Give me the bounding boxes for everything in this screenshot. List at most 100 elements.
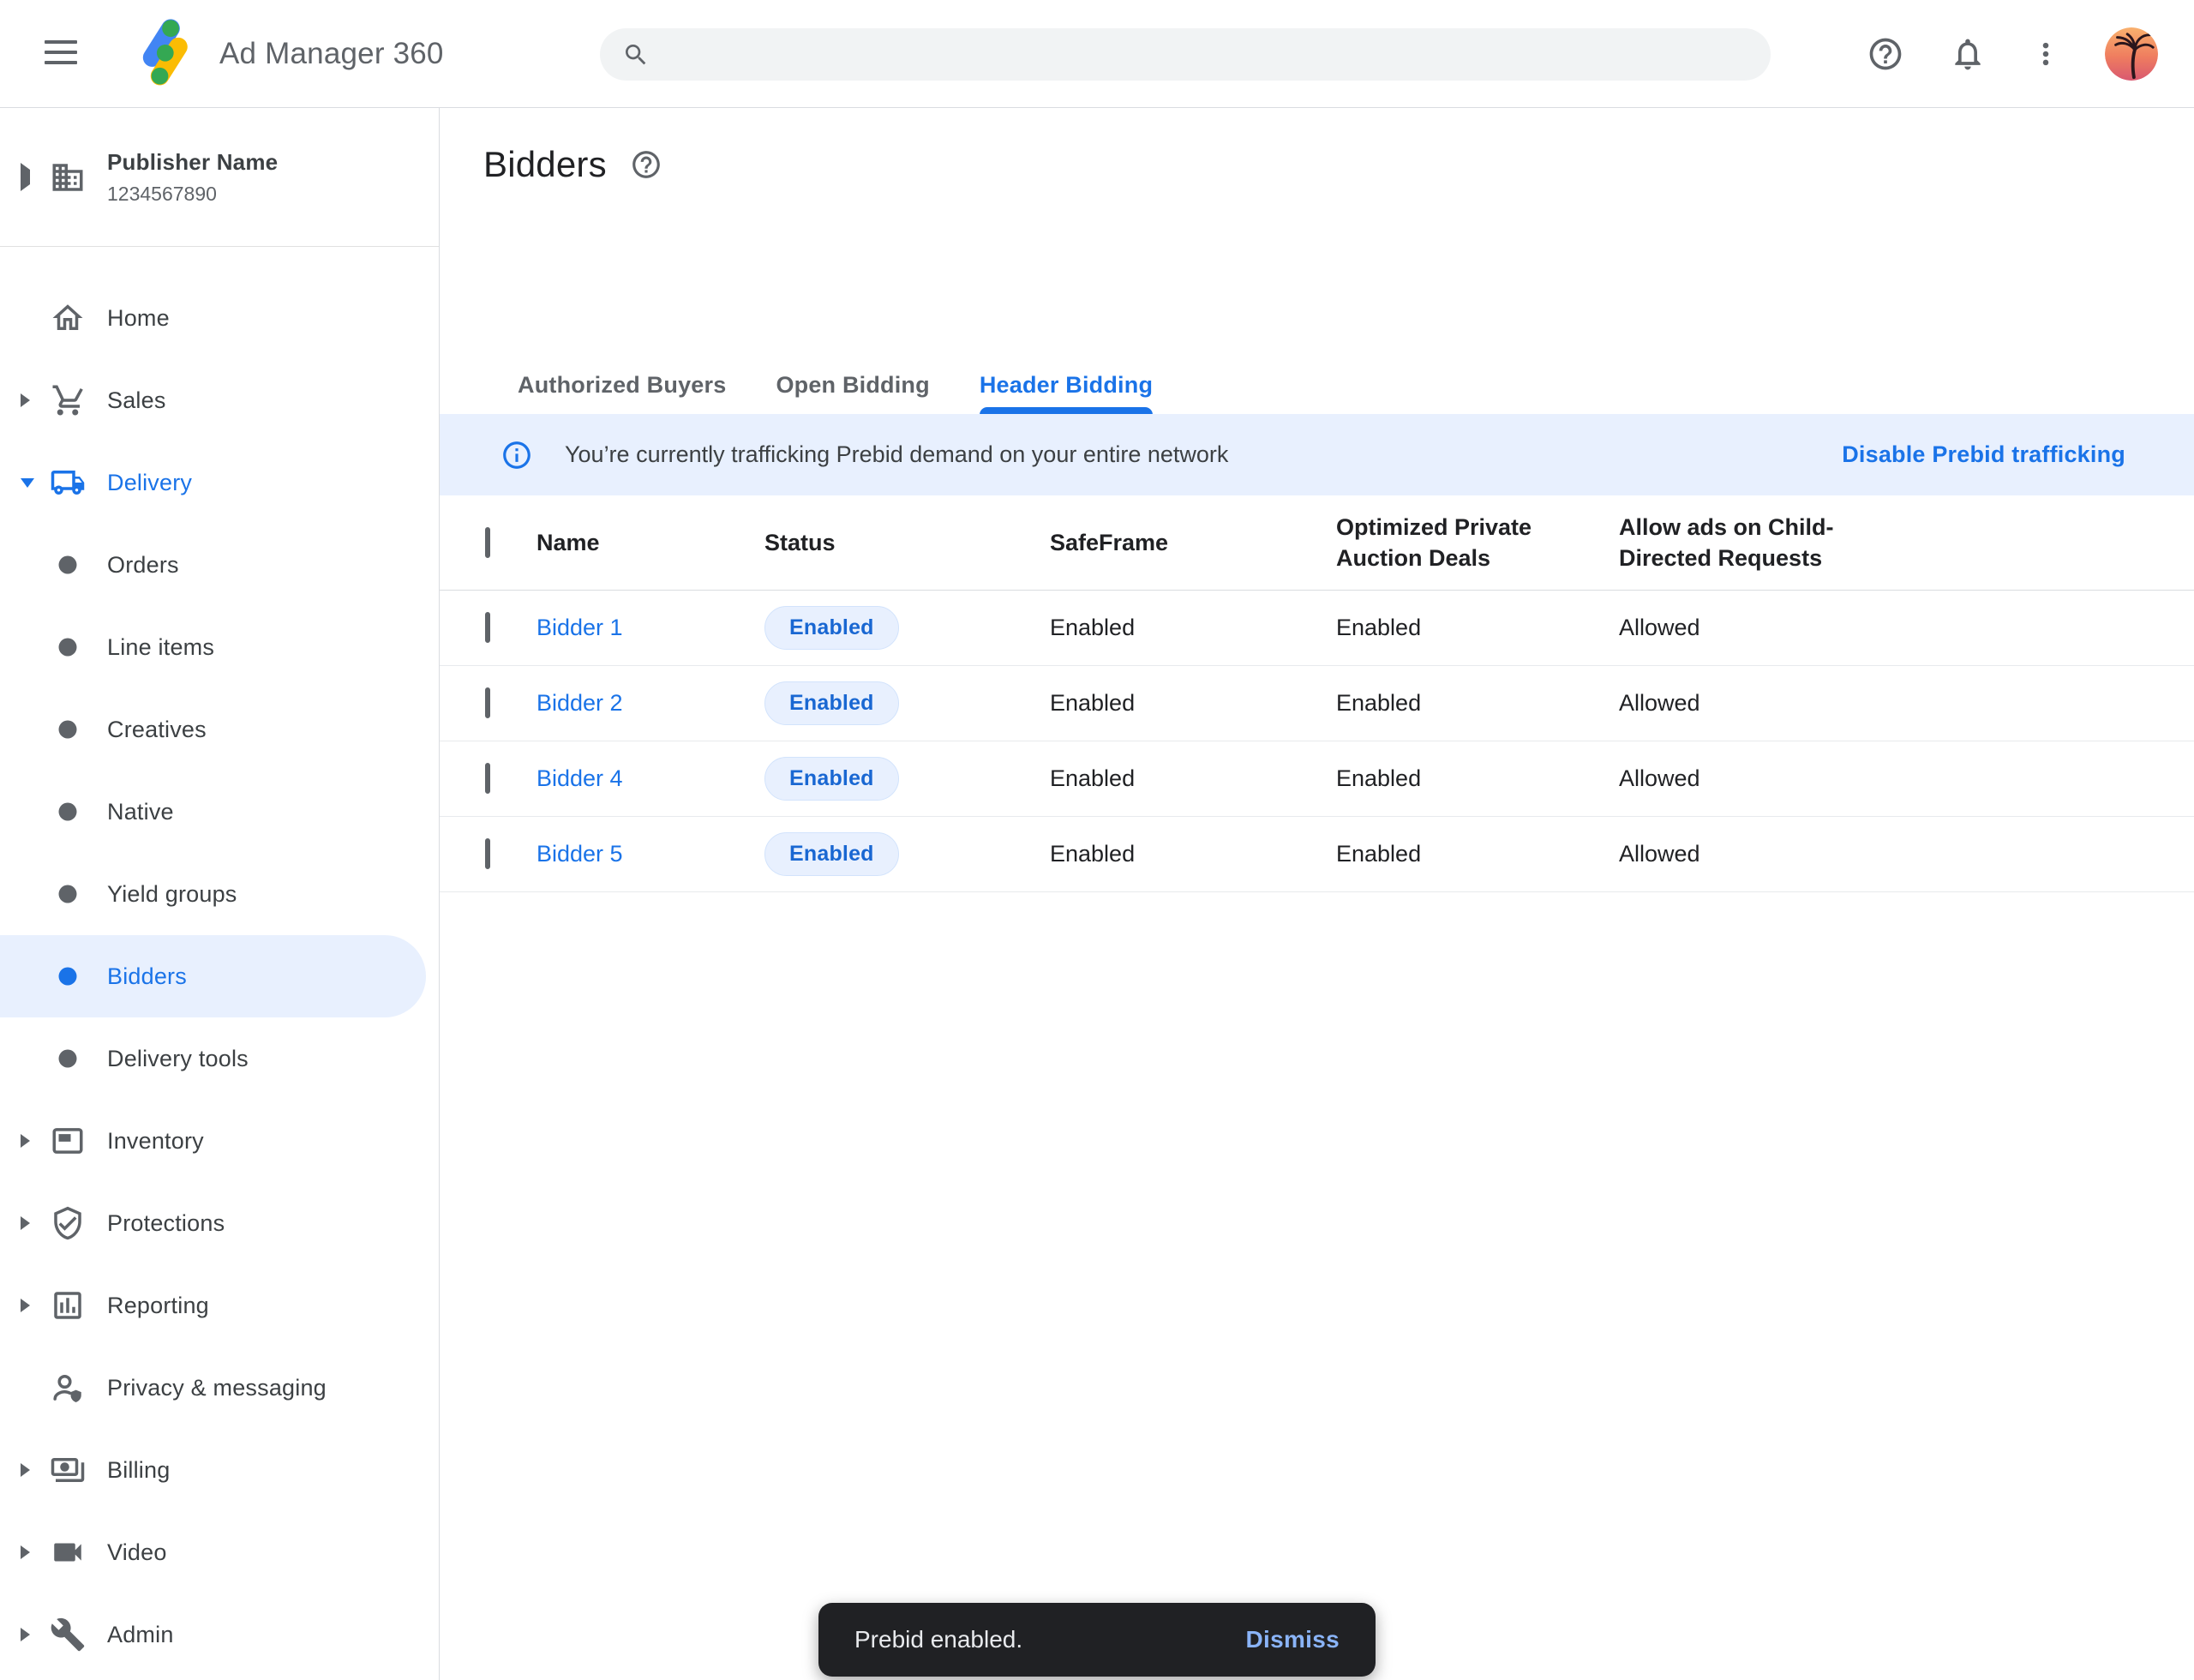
sidebar-item-label: Delivery tools — [107, 1046, 249, 1072]
expand-publisher-caret-icon[interactable] — [21, 163, 30, 191]
row-checkbox[interactable] — [485, 612, 490, 643]
allow-child-directed-value: Allowed — [1619, 615, 2194, 641]
wrench-icon — [48, 1617, 87, 1653]
sidebar-item-label: Admin — [107, 1622, 174, 1648]
table-row: Bidder 2 Enabled Enabled Enabled Allowed — [440, 666, 2194, 741]
expand-caret-icon[interactable] — [21, 1545, 36, 1559]
expand-caret-icon[interactable] — [21, 1628, 36, 1641]
select-all-checkbox[interactable] — [485, 527, 490, 558]
sidebar-item-bidders[interactable]: Bidders — [0, 935, 426, 1017]
hamburger-menu-icon[interactable] — [45, 38, 79, 70]
sidebar-item-inventory[interactable]: Inventory — [0, 1100, 440, 1182]
bidders-table: NameStatusSafeFrameOptimized Private Auc… — [440, 495, 2194, 892]
allow-child-directed-value: Allowed — [1619, 765, 2194, 792]
bidder-name-link[interactable]: Bidder 4 — [537, 765, 623, 791]
status-badge: Enabled — [764, 832, 899, 876]
bidder-name-link[interactable]: Bidder 5 — [537, 841, 623, 867]
search-bar[interactable] — [600, 28, 1771, 81]
table-row: Bidder 4 Enabled Enabled Enabled Allowed — [440, 741, 2194, 817]
safeframe-value: Enabled — [1050, 765, 1336, 792]
sidebar-item-home[interactable]: Home — [0, 277, 440, 359]
sidebar-item-label: Orders — [107, 552, 179, 579]
sidebar-item-label: Bidders — [107, 963, 187, 990]
more-options-kebab-icon[interactable] — [2031, 35, 2060, 73]
sidebar-item-reporting[interactable]: Reporting — [0, 1264, 440, 1347]
publisher-switcher[interactable]: Publisher Name 1234567890 — [0, 108, 439, 247]
main-content: Bidders Authorized BuyersOpen BiddingHea… — [440, 108, 2194, 1680]
column-header-optimized-private-auction-deals: Optimized Private Auction Deals — [1336, 512, 1619, 573]
sidebar-item-label: Video — [107, 1539, 167, 1566]
publisher-name: Publisher Name — [107, 149, 278, 176]
row-checkbox[interactable] — [485, 687, 490, 718]
allow-child-directed-value: Allowed — [1619, 690, 2194, 717]
expand-caret-icon[interactable] — [21, 478, 36, 488]
truck-icon — [48, 465, 87, 501]
sidebar-item-privacy-messaging[interactable]: Privacy & messaging — [0, 1347, 440, 1429]
disable-prebid-trafficking-link[interactable]: Disable Prebid trafficking — [1842, 441, 2125, 468]
sidebar-item-label: Delivery — [107, 470, 192, 496]
toast-dismiss-button[interactable]: Dismiss — [1246, 1626, 1340, 1653]
bullet-icon — [48, 547, 87, 583]
user-avatar[interactable] — [2105, 27, 2158, 81]
expand-caret-icon[interactable] — [21, 1216, 36, 1230]
sidebar-item-line-items[interactable]: Line items — [0, 606, 440, 688]
shield-icon — [48, 1205, 87, 1241]
tab-authorized-buyers[interactable]: Authorized Buyers — [493, 361, 751, 410]
notifications-bell-icon[interactable] — [1949, 35, 1987, 73]
sidebar-item-label: Sales — [107, 387, 166, 414]
prebid-info-banner: You’re currently trafficking Prebid dema… — [440, 414, 2194, 495]
sidebar-item-delivery-tools[interactable]: Delivery tools — [0, 1017, 440, 1100]
status-badge: Enabled — [764, 606, 899, 650]
sidebar-item-billing[interactable]: Billing — [0, 1429, 440, 1511]
expand-caret-icon[interactable] — [21, 1134, 36, 1148]
expand-caret-icon[interactable] — [21, 393, 36, 407]
banner-message: You’re currently trafficking Prebid dema… — [565, 441, 1228, 468]
sidebar-item-creatives[interactable]: Creatives — [0, 688, 440, 771]
sidebar-item-video[interactable]: Video — [0, 1511, 440, 1593]
sidebar-item-admin[interactable]: Admin — [0, 1593, 440, 1676]
publisher-building-icon — [48, 159, 87, 195]
sidebar-item-label: Line items — [107, 634, 214, 661]
expand-caret-icon[interactable] — [21, 1299, 36, 1312]
home-icon — [48, 300, 87, 336]
info-icon — [501, 439, 533, 471]
inventory-icon — [48, 1123, 87, 1159]
sidebar-item-label: Privacy & messaging — [107, 1375, 327, 1401]
table-row: Bidder 5 Enabled Enabled Enabled Allowed — [440, 817, 2194, 892]
sidebar-item-delivery[interactable]: Delivery — [0, 441, 440, 524]
row-checkbox[interactable] — [485, 838, 490, 869]
search-input[interactable] — [668, 41, 1759, 68]
column-header-status: Status — [764, 530, 1050, 556]
privacy-icon — [48, 1370, 87, 1406]
toast-snackbar: Prebid enabled. Dismiss — [818, 1603, 1376, 1677]
sidebar-item-label: Billing — [107, 1457, 170, 1484]
row-checkbox[interactable] — [485, 763, 490, 794]
bullet-icon — [48, 711, 87, 747]
allow-child-directed-value: Allowed — [1619, 841, 2194, 867]
page-title-help-icon[interactable] — [630, 148, 662, 181]
tab-open-bidding[interactable]: Open Bidding — [751, 361, 954, 410]
search-icon — [622, 41, 650, 69]
app-header: Ad Manager 360 — [0, 0, 2194, 108]
sidebar-item-label: Protections — [107, 1210, 225, 1237]
sidebar-item-orders[interactable]: Orders — [0, 524, 440, 606]
tab-header-bidding[interactable]: Header Bidding — [955, 361, 1178, 410]
bidder-name-link[interactable]: Bidder 2 — [537, 690, 623, 716]
column-header-name: Name — [537, 530, 764, 556]
bullet-icon — [48, 1041, 87, 1077]
help-icon[interactable] — [1867, 35, 1904, 73]
sidebar-item-native[interactable]: Native — [0, 771, 440, 853]
app-title: Ad Manager 360 — [219, 37, 444, 71]
sidebar-item-label: Inventory — [107, 1128, 204, 1155]
table-header-row: NameStatusSafeFrameOptimized Private Auc… — [440, 495, 2194, 591]
bullet-icon — [48, 794, 87, 830]
bidder-name-link[interactable]: Bidder 1 — [537, 615, 623, 640]
table-row: Bidder 1 Enabled Enabled Enabled Allowed — [440, 591, 2194, 666]
sidebar-item-sales[interactable]: Sales — [0, 359, 440, 441]
expand-caret-icon[interactable] — [21, 1463, 36, 1477]
sidebar-item-label: Native — [107, 799, 174, 825]
sidebar-item-label: Home — [107, 305, 170, 332]
sidebar-item-protections[interactable]: Protections — [0, 1182, 440, 1264]
sidebar-item-label: Reporting — [107, 1293, 209, 1319]
sidebar-item-yield-groups[interactable]: Yield groups — [0, 853, 440, 935]
